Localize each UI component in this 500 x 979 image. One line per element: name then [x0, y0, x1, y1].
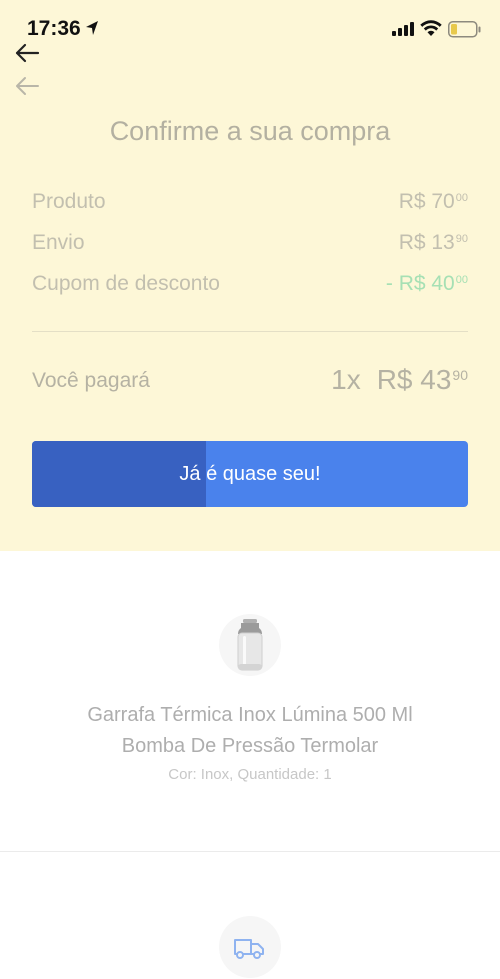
location-arrow-icon [86, 21, 98, 35]
shipping-icon-circle [219, 916, 281, 978]
value-cents: 00 [455, 192, 468, 204]
summary-row-shipping: Envio R$ 1390 [32, 231, 468, 261]
thermos-bottle-image [237, 619, 263, 671]
status-bar: 17:36 [0, 0, 500, 48]
value-cents: 00 [455, 274, 468, 286]
summary-row-product: Produto R$ 7000 [32, 190, 468, 220]
confirm-button-label: Já é quase seu! [179, 463, 321, 485]
product-name: Garrafa Térmica Inox Lúmina 500 Ml Bomba… [40, 700, 460, 762]
back-arrow-icon[interactable] [14, 42, 40, 64]
summary-label: Envio [32, 231, 85, 254]
total-cents: 90 [452, 367, 468, 383]
product-attributes: Cor: Inox, Quantidade: 1 [168, 766, 332, 783]
value-cents: 90 [455, 233, 468, 245]
product-image [219, 614, 281, 676]
divider [32, 331, 468, 332]
status-time: 17:36 [27, 17, 81, 40]
value-main: - R$ 40 [385, 272, 455, 295]
signal-bars-icon [392, 22, 414, 36]
summary-value: - R$ 4000 [386, 272, 468, 296]
truck-icon [234, 939, 264, 959]
total-label: Você pagará [32, 369, 150, 392]
summary-label: Produto [32, 190, 106, 213]
confirm-purchase-button[interactable]: Já é quase seu! [32, 441, 468, 507]
value-main: R$ 13 [398, 231, 455, 254]
product-name-line1: Garrafa Térmica Inox Lúmina 500 Ml [87, 704, 413, 726]
confirmation-panel: 17:36 Confirme a sua compra Produto R$ 7… [0, 0, 500, 551]
product-name-line2: Bomba De Pressão Termolar [121, 735, 379, 757]
section-divider [0, 851, 500, 852]
summary-label: Cupom de desconto [32, 272, 220, 295]
summary-row-coupon: Cupom de desconto - R$ 4000 [32, 272, 468, 302]
back-arrow-faded-icon[interactable] [14, 75, 40, 97]
battery-low-icon [448, 21, 481, 38]
page-title: Confirme a sua compra [109, 116, 391, 146]
summary-value: R$ 7000 [399, 190, 468, 214]
installments: 1x [331, 364, 361, 395]
wifi-icon [420, 20, 442, 36]
summary-value: R$ 1390 [399, 231, 468, 255]
total-value: 1x R$ 4390 [331, 364, 468, 396]
value-main: R$ 70 [398, 190, 455, 213]
total-main: R$ 43 [376, 364, 452, 395]
